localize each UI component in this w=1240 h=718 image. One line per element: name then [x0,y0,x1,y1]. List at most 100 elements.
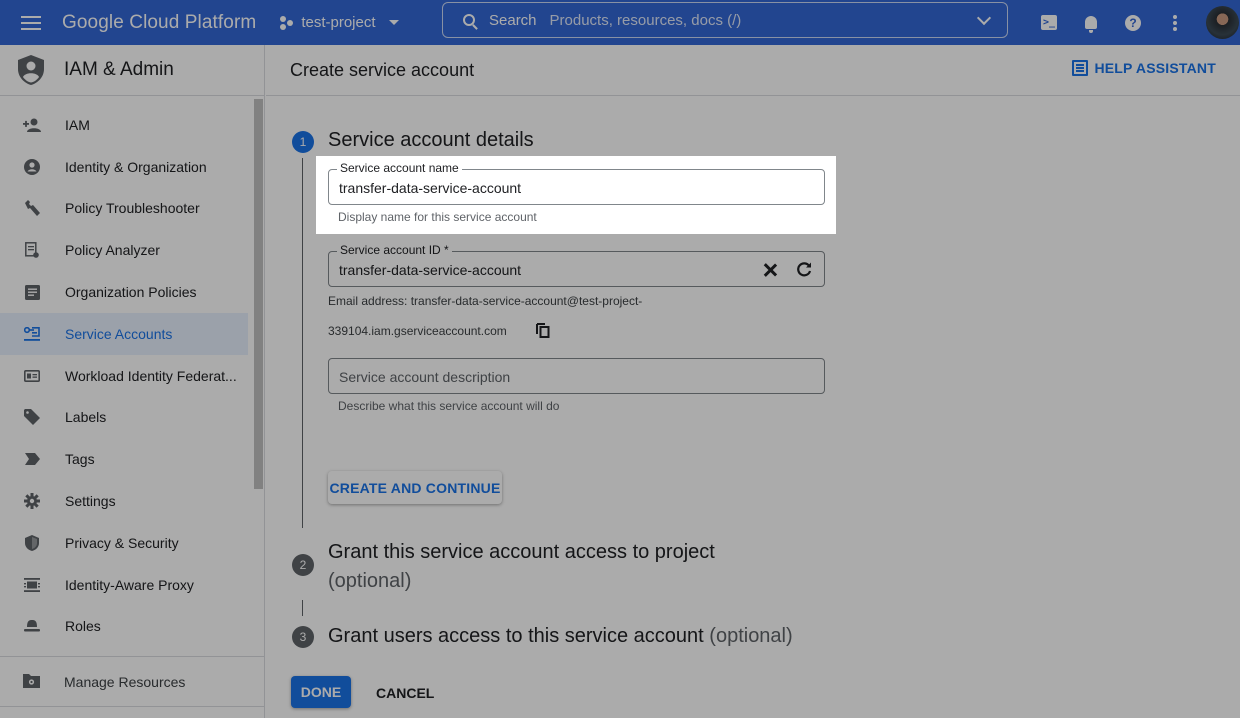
email-address-line-2: 339104.iam.gserviceaccount.com [328,324,507,338]
more-vert-icon [1173,20,1177,25]
step-2-optional: (optional) [328,570,412,592]
search-input[interactable]: Search Products, resources, docs (/) [442,2,1008,38]
sidebar-item-policy-analyzer[interactable]: Policy Analyzer [0,229,248,271]
sidebar-item-label: Policy Troubleshooter [65,200,200,217]
chevron-down-icon[interactable] [976,10,992,26]
step-1-title[interactable]: Service account details [328,129,534,152]
help-assistant-button[interactable]: HELP ASSISTANT [1072,60,1216,76]
sidebar-item-labels[interactable]: Labels [0,397,248,439]
sidebar-item-tags[interactable]: Tags [0,438,248,480]
help-icon: ? [1125,14,1141,31]
step-2-title-text: Grant this service account access to pro… [328,541,715,563]
sidebar-item-label: Tags [65,451,95,468]
sidebar-item-identity-organization[interactable]: Identity & Organization [0,146,248,188]
service-account-description-hint: Describe what this service account will … [338,399,560,413]
step-3-badge: 3 [292,626,314,648]
sidebar-item-organization-policies[interactable]: Organization Policies [0,271,248,313]
page-header: Create service account HELP ASSISTANT [266,45,1240,96]
service-account-name-value: transfer-data-service-account [339,180,522,196]
folder-gear-icon [23,673,41,691]
sidebar-item-label: Organization Policies [65,284,197,301]
service-account-name-hint: Display name for this service account [338,210,537,224]
service-account-name-label: Service account name [337,161,462,175]
project-selector[interactable]: test-project [280,14,399,31]
sidebar-header: IAM & Admin [0,45,264,96]
tag-arrow-icon [23,450,41,468]
label-tag-icon [23,408,41,426]
done-button[interactable]: DONE [291,676,351,708]
id-card-icon [23,367,41,385]
sidebar-item-privacy-security[interactable]: Privacy & Security [0,522,248,564]
caret-down-icon [388,20,399,25]
sidebar-item-service-accounts[interactable]: Service Accounts [0,312,248,355]
sidebar-item-settings[interactable]: Settings [0,480,248,522]
sidebar-item-label: IAM [65,116,90,133]
menu-icon[interactable] [0,0,62,45]
step-connector [302,158,303,528]
main-content: 1 Service account details Service accoun… [266,96,1240,718]
hat-icon [23,617,41,635]
chat-icon [1072,60,1089,76]
service-account-id-label: Service account ID * [337,243,452,257]
service-account-description-placeholder: Service account description [339,369,511,385]
sidebar-item-label: Identity & Organization [65,158,207,175]
service-account-description-field[interactable]: Service account description [328,358,825,394]
refresh-icon[interactable] [796,262,812,278]
sidebar-nav: IAM Identity & Organization Policy Troub… [0,96,264,656]
service-account-id-field[interactable]: Service account ID * transfer-data-servi… [328,243,825,287]
cancel-button[interactable]: CANCEL [376,685,434,701]
search-icon [463,14,475,26]
top-app-bar: Google Cloud Platform test-project Searc… [0,0,1240,45]
email-address-line-1: Email address: transfer-data-service-acc… [328,294,643,308]
iam-shield-icon [18,55,44,85]
sidebar-item-manage-resources[interactable]: Manage Resources [0,657,264,707]
search-placeholder: Products, resources, docs (/) [549,11,742,29]
project-name: test-project [301,14,376,31]
sidebar-item-label: Policy Analyzer [65,242,160,259]
brand-logo[interactable]: Google Cloud Platform [62,12,256,34]
sidebar-item-identity-aware-proxy[interactable]: Identity-Aware Proxy [0,564,248,606]
sidebar-title: IAM & Admin [64,59,174,80]
sidebar-item-label: Workload Identity Federat... [65,367,237,384]
step-3-title-text: Grant users access to this service accou… [328,625,704,647]
wrench-icon [23,199,41,217]
top-icons: >_ ? [1028,0,1239,45]
gear-icon [23,492,41,510]
step-3-title[interactable]: Grant users access to this service accou… [328,625,793,648]
sidebar-item-label: Service Accounts [65,325,173,342]
person-add-icon [23,116,41,134]
sidebar-item-label: Labels [65,409,107,426]
sidebar-item-workload-identity-federation[interactable]: Workload Identity Federat... [0,355,248,397]
create-and-continue-button[interactable]: CREATE AND CONTINUE [328,471,502,504]
sidebar-item-label: Manage Resources [64,673,186,690]
step-connector [302,600,303,616]
avatar[interactable] [1206,6,1239,39]
step-3-optional: (optional) [709,625,793,647]
bell-icon [1085,16,1097,33]
service-account-icon [23,325,41,343]
page-title: Create service account [290,59,475,80]
cloud-shell-button[interactable]: >_ [1028,3,1070,43]
sidebar-scrollbar[interactable] [254,99,263,489]
shield-icon [23,534,41,552]
sidebar-item-label: Roles [65,618,101,635]
step-2-badge: 2 [292,554,314,576]
sidebar-item-policy-troubleshooter[interactable]: Policy Troubleshooter [0,188,248,230]
clear-icon[interactable] [762,262,778,278]
sidebar-item-label: Identity-Aware Proxy [65,576,194,593]
sidebar-item-label: Privacy & Security [65,534,179,551]
sidebar-item-roles[interactable]: Roles [0,606,248,648]
copy-icon[interactable] [536,323,550,338]
article-icon [23,283,41,301]
help-assistant-label: HELP ASSISTANT [1094,60,1216,76]
help-button[interactable]: ? [1112,3,1154,43]
service-account-id-value: transfer-data-service-account [339,262,522,278]
policy-doc-icon [23,241,41,259]
more-options-button[interactable] [1154,3,1196,43]
sidebar-item-iam[interactable]: IAM [0,104,248,146]
step-2-title[interactable]: Grant this service account access to pro… [328,538,808,596]
service-account-name-field[interactable]: Service account name transfer-data-servi… [328,161,825,205]
notifications-button[interactable] [1070,3,1112,43]
project-icon [280,15,294,30]
account-circle-icon [23,158,41,176]
